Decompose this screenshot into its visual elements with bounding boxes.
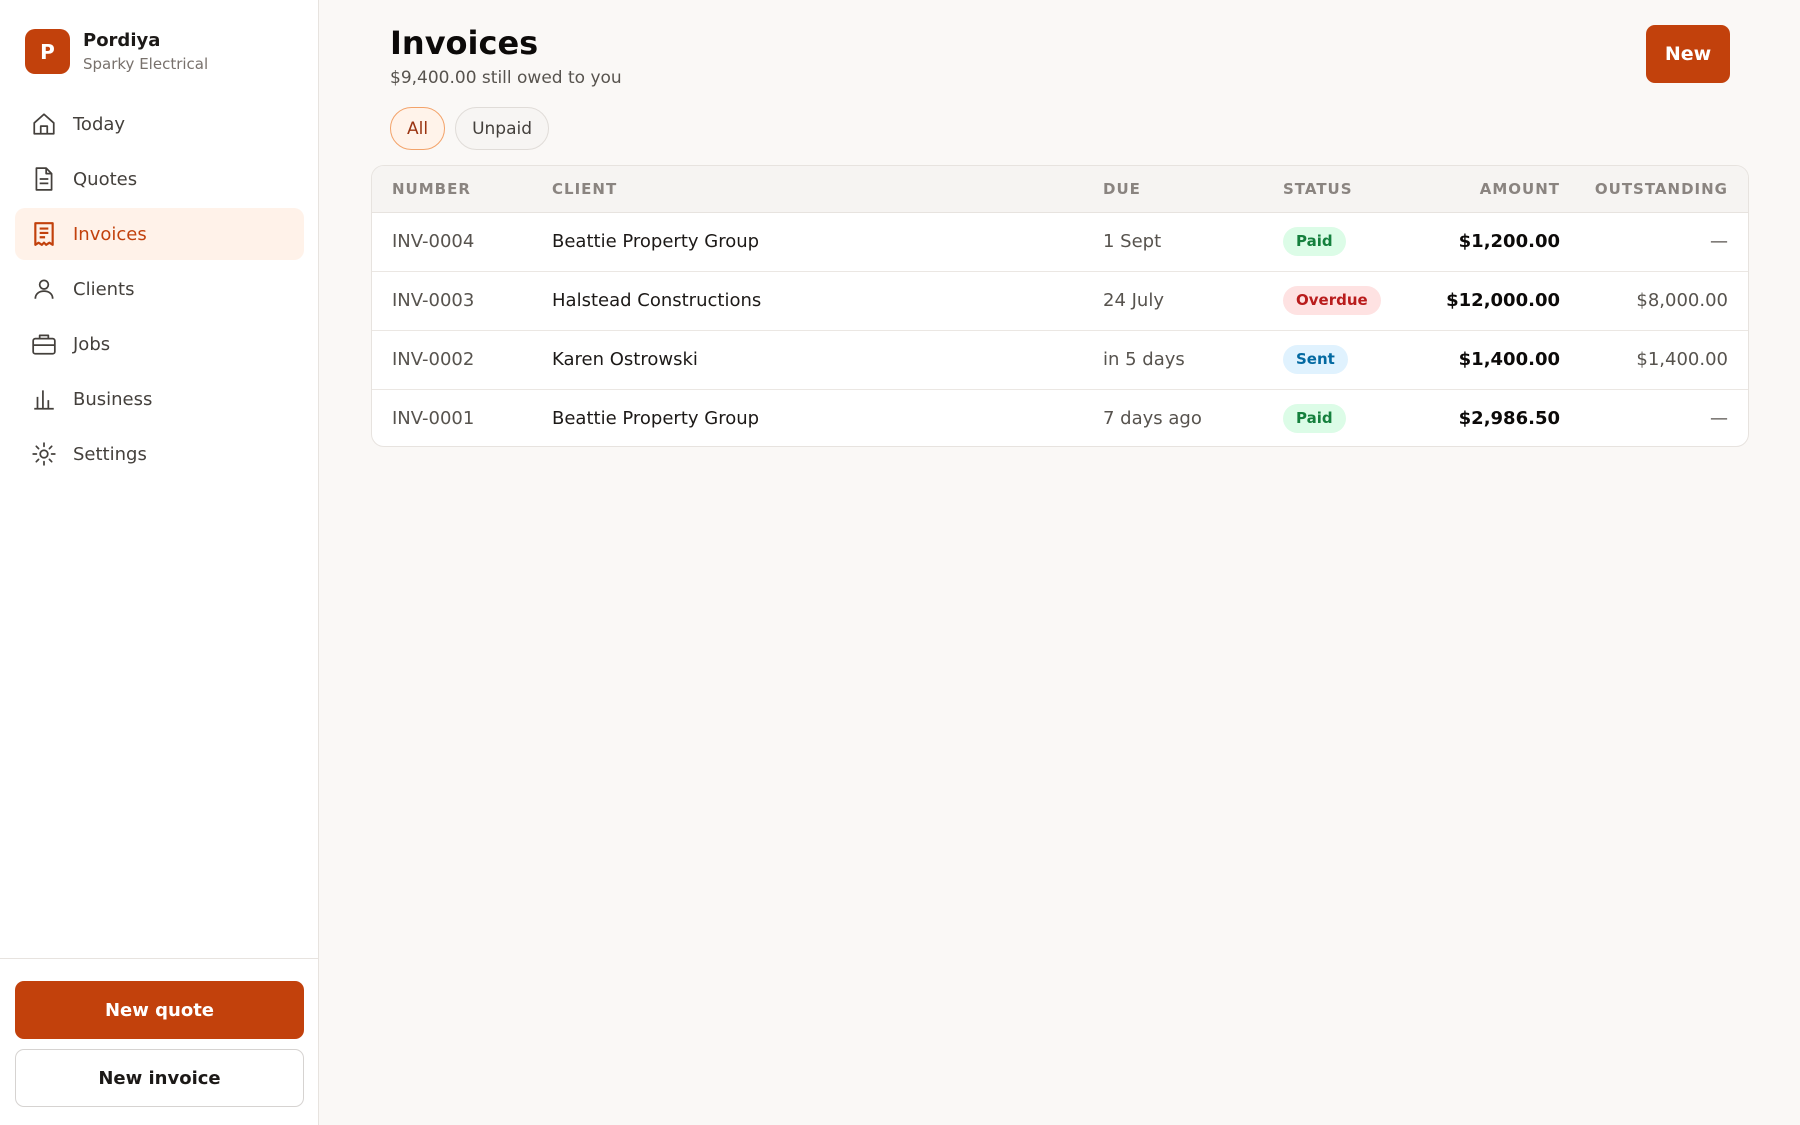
due-date: 1 Sept [1103, 231, 1162, 252]
gear-icon [31, 441, 57, 467]
column-header-client[interactable]: CLIENT [552, 180, 617, 198]
column-header-due[interactable]: DUE [1103, 180, 1141, 198]
invoice-number: INV-0001 [392, 408, 475, 429]
new-invoice-header-button[interactable]: New [1646, 25, 1730, 83]
status-cell: Sent [1283, 345, 1348, 374]
amount: $12,000.00 [1446, 290, 1560, 311]
new-invoice-button[interactable]: New invoice [15, 1049, 304, 1107]
invoices-table: NUMBER CLIENT DUE STATUS AMOUNT OUTSTAND… [371, 165, 1749, 447]
sidebar-item-label: Jobs [73, 333, 111, 355]
due-date: 7 days ago [1103, 408, 1202, 429]
bar-chart-icon [31, 386, 57, 412]
owed-summary: $9,400.00 still owed to you [390, 68, 622, 88]
table-row[interactable]: INV-0004 Beattie Property Group 1 Sept P… [372, 213, 1748, 272]
filter-all[interactable]: All [390, 107, 446, 150]
sidebar-item-business[interactable]: Business [15, 373, 304, 425]
due-date: 24 July [1103, 290, 1164, 311]
sidebar-item-invoices[interactable]: Invoices [15, 208, 304, 260]
table-row[interactable]: INV-0003 Halstead Constructions 24 July … [372, 272, 1748, 331]
sidebar-item-label: Business [73, 388, 153, 410]
brand-subtitle: Sparky Electrical [83, 54, 209, 73]
outstanding: $8,000.00 [1636, 290, 1728, 311]
sidebar-item-label: Quotes [73, 168, 138, 190]
table-header: NUMBER CLIENT DUE STATUS AMOUNT OUTSTAND… [372, 166, 1748, 213]
client-name: Karen Ostrowski [552, 349, 698, 370]
invoice-number: INV-0002 [392, 349, 475, 370]
sidebar-item-label: Today [73, 113, 126, 135]
outstanding: $1,400.00 [1636, 349, 1728, 370]
briefcase-icon [31, 331, 57, 357]
status-cell: Overdue [1283, 286, 1381, 315]
amount: $1,400.00 [1458, 349, 1560, 370]
sidebar-item-jobs[interactable]: Jobs [15, 318, 304, 370]
sidebar-item-label: Settings [73, 443, 147, 465]
brand-name: Pordiya [83, 29, 161, 51]
status-cell: Paid [1283, 227, 1346, 256]
sidebar-item-label: Invoices [73, 223, 147, 245]
amount: $2,986.50 [1458, 408, 1560, 429]
status-cell: Paid [1283, 404, 1346, 433]
client-name: Halstead Constructions [552, 290, 762, 311]
column-header-amount[interactable]: AMOUNT [1480, 180, 1560, 198]
home-icon [31, 111, 57, 137]
page-title: Invoices [390, 24, 539, 62]
sidebar-item-today[interactable]: Today [15, 98, 304, 150]
user-icon [31, 276, 57, 302]
table-row[interactable]: INV-0001 Beattie Property Group 7 days a… [372, 390, 1748, 446]
status-badge: Overdue [1283, 286, 1381, 315]
status-badge: Paid [1283, 404, 1346, 433]
invoice-number: INV-0003 [392, 290, 475, 311]
document-icon [31, 166, 57, 192]
column-header-status[interactable]: STATUS [1283, 180, 1353, 198]
column-header-outstanding[interactable]: OUTSTANDING [1595, 180, 1728, 198]
column-header-number[interactable]: NUMBER [392, 180, 471, 198]
sidebar-item-label: Clients [73, 278, 135, 300]
invoice-number: INV-0004 [392, 231, 475, 252]
client-name: Beattie Property Group [552, 408, 760, 429]
status-badge: Sent [1283, 345, 1348, 374]
sidebar-footer: New quote New invoice [0, 958, 319, 1125]
outstanding: — [1710, 408, 1728, 429]
table-row[interactable]: INV-0002 Karen Ostrowski in 5 days Sent … [372, 331, 1748, 390]
sidebar-item-quotes[interactable]: Quotes [15, 153, 304, 205]
sidebar-item-settings[interactable]: Settings [15, 428, 304, 480]
sidebar-nav: Today Quotes Invoices Clients Jobs Busin… [15, 98, 304, 483]
due-date: in 5 days [1103, 349, 1185, 370]
brand-avatar: P [25, 29, 70, 74]
sidebar-item-clients[interactable]: Clients [15, 263, 304, 315]
client-name: Beattie Property Group [552, 231, 760, 252]
outstanding: — [1710, 231, 1728, 252]
sidebar: P Pordiya Sparky Electrical Today Quotes… [0, 0, 319, 1125]
amount: $1,200.00 [1458, 231, 1560, 252]
brand-text: Pordiya Sparky Electrical [83, 30, 208, 74]
brand: P Pordiya Sparky Electrical [25, 29, 208, 74]
filter-chips: All Unpaid [390, 107, 559, 150]
status-badge: Paid [1283, 227, 1346, 256]
filter-unpaid[interactable]: Unpaid [455, 107, 550, 150]
receipt-icon [31, 221, 57, 247]
new-quote-button[interactable]: New quote [15, 981, 304, 1039]
